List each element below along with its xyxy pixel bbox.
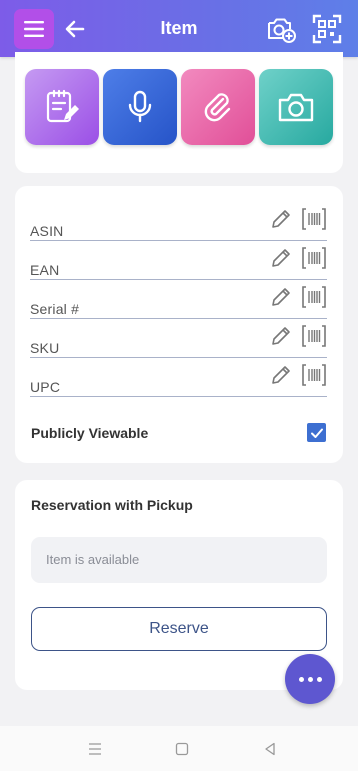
identifiers-card: ASIN EAN Serial # SKU UPC Publicly Viewa… [15, 186, 343, 463]
upc-field[interactable]: UPC [30, 361, 327, 397]
serial-field[interactable]: Serial # [30, 283, 327, 319]
pencil-icon[interactable] [269, 324, 293, 348]
barcode-icon[interactable] [301, 285, 327, 309]
checkmark-icon [310, 428, 323, 438]
asin-field[interactable]: ASIN [30, 205, 327, 241]
attachment-button[interactable] [181, 69, 255, 145]
camera-button[interactable] [259, 69, 333, 145]
reservation-heading: Reservation with Pickup [31, 497, 193, 513]
more-actions-button[interactable] [285, 654, 335, 704]
attachment-actions-card [15, 52, 343, 173]
upc-label: UPC [30, 379, 61, 395]
pencil-icon[interactable] [269, 207, 293, 231]
ean-label: EAN [30, 262, 60, 278]
pencil-icon[interactable] [269, 246, 293, 270]
system-nav-bar [0, 726, 358, 771]
sku-field[interactable]: SKU [30, 322, 327, 358]
pencil-icon[interactable] [269, 285, 293, 309]
availability-text: Item is available [46, 552, 140, 567]
barcode-icon[interactable] [301, 207, 327, 231]
back-icon[interactable] [261, 740, 279, 758]
ean-field[interactable]: EAN [30, 244, 327, 280]
barcode-icon[interactable] [301, 324, 327, 348]
paperclip-icon [204, 93, 231, 122]
add-photo-icon[interactable] [265, 13, 297, 45]
field-underline [30, 279, 327, 280]
more-icon-dot [298, 676, 304, 682]
sku-label: SKU [30, 340, 60, 356]
page-title: Item [160, 18, 198, 38]
microphone-icon [128, 90, 152, 123]
barcode-icon[interactable] [301, 363, 327, 387]
barcode-icon[interactable] [301, 246, 327, 270]
app-bar: Item [0, 0, 358, 57]
field-underline [30, 318, 327, 319]
asin-label: ASIN [30, 223, 64, 239]
notes-button[interactable] [25, 69, 99, 145]
recents-icon[interactable] [86, 740, 104, 758]
field-underline [30, 396, 327, 397]
reserve-button[interactable]: Reserve [31, 607, 327, 651]
voice-note-button[interactable] [103, 69, 177, 145]
scan-icon[interactable] [311, 13, 343, 45]
notes-icon [46, 89, 79, 123]
field-underline [30, 240, 327, 241]
publicly-viewable-label: Publicly Viewable [31, 425, 149, 441]
availability-field: Item is available [31, 537, 327, 583]
more-icon-dot [316, 676, 322, 682]
home-icon[interactable] [173, 740, 191, 758]
more-icon-dot [307, 676, 313, 682]
publicly-viewable-checkbox[interactable] [307, 423, 326, 442]
serial-label: Serial # [30, 301, 80, 317]
field-underline [30, 357, 327, 358]
camera-icon [278, 93, 314, 122]
pencil-icon[interactable] [269, 363, 293, 387]
